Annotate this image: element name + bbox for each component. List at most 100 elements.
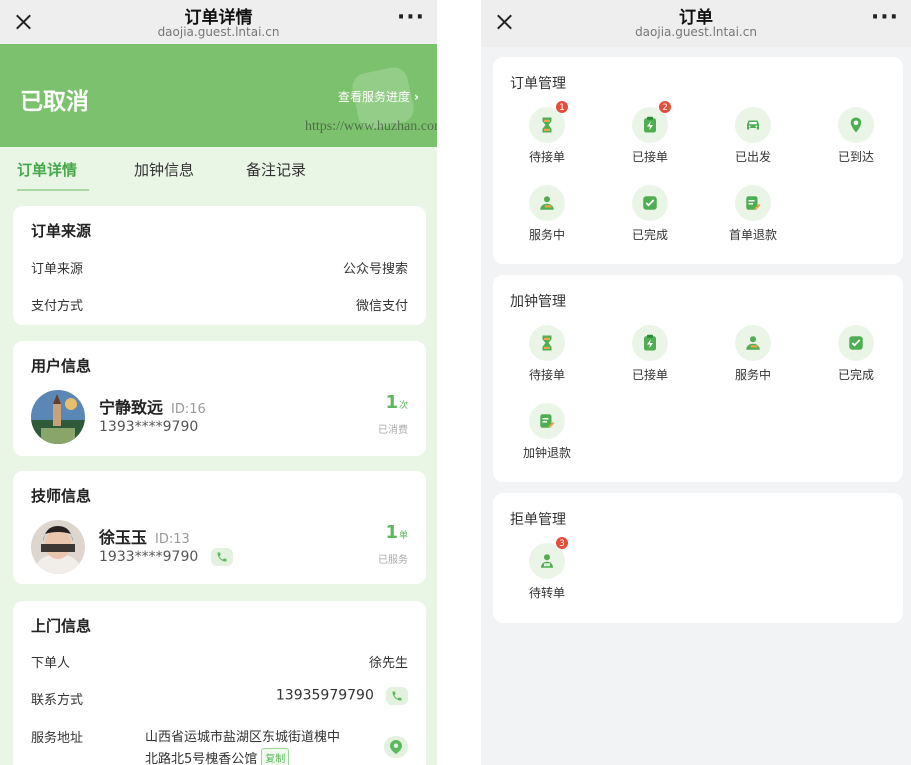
count-badge: 1 [555, 100, 569, 114]
grid-item[interactable]: 3 待转单 [502, 536, 592, 601]
order-status: 已取消 [20, 89, 89, 115]
section-title: 加钟管理 [510, 294, 566, 310]
grid-item[interactable]: 待接单 [502, 325, 592, 383]
nav-url: daojia.guest.lntai.cn [635, 25, 757, 39]
watermark-text: https://www.huzhan.com/ishop52942 [305, 119, 437, 134]
copy-button[interactable]: 复制 [261, 748, 290, 765]
check-box-icon [838, 325, 874, 361]
user-avatar[interactable] [31, 390, 85, 444]
row-value: 公众号搜索 [342, 262, 408, 277]
row-label: 订单来源 [31, 262, 84, 277]
contact-value: 13935979790 [275, 687, 374, 704]
grid-item-label: 首单退款 [728, 228, 777, 242]
visit-info-card: 上门信息 下单人 徐先生 联系方式 13935979790 服务地址 山西省运城… [13, 601, 426, 765]
more-icon[interactable]: ··· [397, 7, 425, 29]
card-title: 订单来源 [31, 222, 92, 240]
order-mgmt-card: 订单管理 1 待接单 2 已接单 已出发 已到达服务中 已完成 首单退款 [493, 57, 903, 264]
grid-item[interactable]: 已出发 [708, 107, 798, 165]
location-pin-icon [390, 740, 402, 754]
grid-item-label: 已完成 [631, 228, 668, 242]
address-line-2: 北路北5号槐香公馆 复制 [145, 748, 375, 765]
address-line: 山西省运城市盐湖区东城街道槐中 [145, 730, 341, 745]
nav-bar: 订单 daojia.guest.lntai.cn ··· [481, 0, 911, 47]
consume-count-value: 1 [385, 392, 398, 413]
user-id: ID:16 [171, 402, 206, 417]
call-button[interactable] [210, 548, 233, 566]
user-name: 宁静致远 ID:16 [99, 394, 206, 418]
consume-count: 1次 [385, 392, 408, 413]
tab-remarks[interactable]: 备注记录 [246, 159, 306, 180]
addon-mgmt-card: 加钟管理 待接单 已接单 服务中 已完成加钟退款 [493, 275, 903, 482]
tech-avatar[interactable] [31, 520, 85, 574]
person-icon [735, 325, 771, 361]
grid-item[interactable]: 已接单 [605, 325, 695, 383]
phone-icon [392, 691, 402, 701]
address-value: 山西省运城市盐湖区东城街道槐中 北路北5号槐香公馆 复制 [145, 727, 375, 765]
grid-item-label: 加钟退款 [522, 446, 571, 460]
grid-item[interactable]: 1 待接单 [502, 100, 592, 165]
grid-item-label: 服务中 [734, 368, 771, 382]
grid-item-label: 已出发 [734, 150, 771, 164]
orderer-label: 下单人 [31, 656, 71, 671]
check-box-icon [632, 185, 668, 221]
order-detail-screen: 订单详情 daojia.guest.lntai.cn ··· 已取消 查看服务进… [0, 0, 437, 765]
service-count-unit: 单 [398, 531, 408, 541]
card-title: 上门信息 [31, 617, 92, 635]
location-pin-icon [838, 107, 874, 143]
grid-item[interactable]: 首单退款 [708, 185, 798, 243]
tech-name-text: 徐玉玉 [99, 528, 148, 547]
address-label: 服务地址 [31, 731, 84, 746]
user-info-card: 用户信息 宁静致远 ID:16 1393****9790 1次 已消费 [13, 341, 426, 456]
count-badge: 2 [658, 100, 672, 114]
user-phone: 1393****9790 [99, 419, 199, 435]
grid-item[interactable]: 已完成 [811, 325, 901, 383]
section-title: 订单管理 [510, 76, 566, 92]
view-progress-label: 查看服务进度 [338, 90, 411, 104]
tab-order-detail[interactable]: 订单详情 [17, 159, 77, 180]
section-title: 拒单管理 [510, 512, 566, 528]
tech-phone-row: 1933****9790 [99, 548, 233, 566]
tab-addon-info[interactable]: 加钟信息 [134, 159, 194, 180]
reject-mgmt-card: 拒单管理 3 待转单 [493, 493, 903, 623]
user-name-text: 宁静致远 [99, 398, 164, 417]
count-badge: 3 [555, 536, 569, 550]
edit-doc-icon [735, 185, 771, 221]
grid-item[interactable]: 已到达 [811, 107, 901, 165]
grid-item[interactable]: 已完成 [605, 185, 695, 243]
consume-count-label: 已消费 [378, 425, 408, 436]
orderer-value: 徐先生 [368, 656, 408, 671]
card-title: 技师信息 [31, 487, 92, 505]
tech-info-card: 技师信息 徐玉玉 ID:13 1933****9790 1单 已服务 [13, 471, 426, 584]
grid-item-label: 已到达 [837, 150, 874, 164]
order-source-card: 订单来源 订单来源 公众号搜索 支付方式 微信支付 [13, 206, 426, 325]
row-label: 支付方式 [31, 299, 84, 314]
hourglass-icon: 1 [529, 100, 569, 143]
contact-label: 联系方式 [31, 693, 84, 708]
tech-name: 徐玉玉 ID:13 [99, 524, 190, 548]
person-icon [529, 185, 565, 221]
grid-item-label: 待接单 [528, 368, 565, 382]
tech-id: ID:13 [155, 532, 190, 547]
service-count: 1单 [385, 522, 408, 543]
row-value: 微信支付 [355, 299, 408, 314]
chevron-right-icon: › [414, 90, 419, 104]
service-count-value: 1 [385, 522, 398, 543]
grid-item[interactable]: 服务中 [708, 325, 798, 383]
call-button[interactable] [386, 687, 408, 705]
tab-bar: 订单详情 加钟信息 备注记录 [0, 147, 437, 205]
grid-item-label: 已接单 [631, 150, 668, 164]
clipboard-bolt-icon [632, 325, 668, 361]
view-progress-link[interactable]: 查看服务进度 › [338, 88, 419, 105]
grid-item[interactable]: 服务中 [502, 185, 592, 243]
more-icon[interactable]: ··· [871, 7, 899, 29]
consume-count-unit: 次 [398, 401, 408, 411]
contact-row: 13935979790 [276, 687, 408, 705]
grid-item[interactable]: 加钟退款 [502, 403, 592, 461]
grid-item[interactable]: 2 已接单 [605, 100, 695, 165]
address-line: 北路北5号槐香公馆 [145, 752, 258, 765]
phone-icon [217, 552, 227, 562]
map-location-button[interactable] [384, 736, 408, 758]
tech-phone: 1933****9790 [99, 549, 199, 565]
grid-item-label: 已完成 [837, 368, 874, 382]
car-icon [735, 107, 771, 143]
